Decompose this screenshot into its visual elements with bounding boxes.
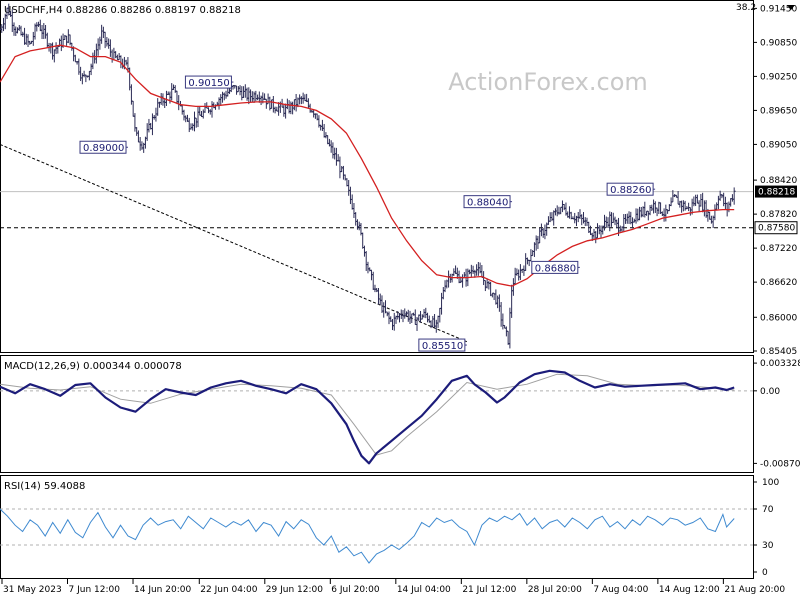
price-annotation-label: 0.89000 [83, 143, 124, 154]
x-tick-label: 28 Jul 20:00 [528, 585, 582, 595]
price-tick-label: 0.86620 [760, 278, 797, 288]
macd-tick-label: 0.00 [760, 387, 780, 397]
x-tick-label: 7 Aug 04:00 [593, 585, 648, 595]
x-tick-label: 21 Jul 12:00 [462, 585, 516, 595]
forex-chart: USDCHF,H4 0.88286 0.88286 0.88197 0.8821… [0, 0, 800, 595]
x-axis: 31 May 2023 7 Jun 12:00 14 Jun 20:00 22 Jun… [1, 579, 785, 595]
price-tick-label: 0.90850 [760, 38, 797, 48]
current-price-label: 0.88218 [758, 188, 795, 198]
price-tick-label: 0.91450 [760, 4, 797, 14]
price-tick-label: 0.87820 [760, 210, 797, 220]
x-tick-label: 22 Jun 04:00 [200, 585, 257, 595]
x-tick-label: 21 Aug 20:00 [724, 585, 785, 595]
price-tick-label: 0.87220 [760, 244, 797, 254]
rsi-tick-label: 70 [762, 505, 774, 515]
price-annotation-label: 0.86880 [535, 263, 576, 274]
price-annotation-label: 0.85510 [422, 341, 463, 352]
price-tick-label: 0.90250 [760, 72, 797, 82]
x-tick-label: 6 Jul 20:00 [331, 585, 380, 595]
price-annotation-label: 0.90150 [188, 78, 229, 89]
x-tick-label: 7 Jun 12:00 [69, 585, 121, 595]
macd-tick-label: 0.003328 [760, 359, 800, 369]
x-tick-label: 29 Jun 12:00 [266, 585, 323, 595]
price-tick-label: 0.86000 [760, 313, 797, 323]
rsi-tick-label: 100 [762, 478, 779, 488]
macd-label: MACD(12,26,9) 0.000344 0.000078 [4, 361, 182, 372]
x-tick-label: 14 Aug 12:00 [659, 585, 720, 595]
price-annotation-label: 0.88260 [610, 185, 651, 196]
price-tick-label: 0.89650 [760, 106, 797, 116]
price-annotation-label: 0.88040 [467, 198, 508, 209]
price-tick-label: 0.89050 [760, 140, 797, 150]
rsi-tick-label: 0 [762, 568, 768, 578]
watermark: ActionForex.com [448, 68, 648, 96]
symbol-header: USDCHF,H4 0.88286 0.88286 0.88197 0.8821… [4, 5, 241, 16]
macd-tick-label: -0.008707 [760, 459, 800, 469]
price-tick-label: 0.88420 [760, 176, 797, 186]
x-tick-label: 14 Jun 20:00 [134, 585, 191, 595]
level-price-label: 0.87580 [758, 224, 795, 234]
rsi-tick-label: 30 [762, 541, 774, 551]
x-tick-label: 14 Jul 04:00 [397, 585, 451, 595]
rsi-panel-frame [0, 475, 754, 579]
price-tick-label: 0.85405 [760, 347, 797, 357]
x-tick-label: 31 May 2023 [3, 585, 62, 595]
rsi-label: RSI(14) 59.4088 [4, 481, 85, 492]
